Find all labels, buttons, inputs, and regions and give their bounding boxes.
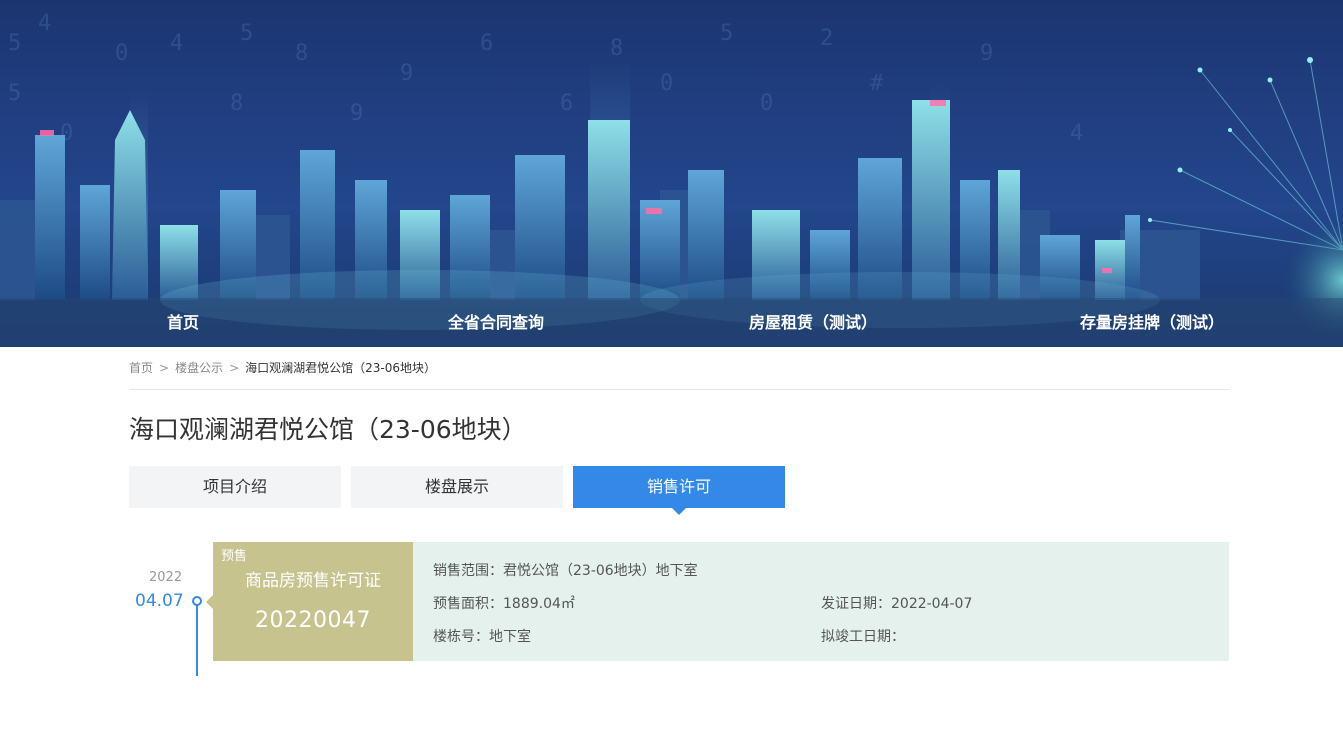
- issue-date: 发证日期：2022-04-07: [821, 596, 973, 612]
- header-banner: 554 045 896 805 2 0 # 980 694 首页 全省合同查询 …: [0, 0, 1343, 347]
- svg-text:0: 0: [115, 41, 128, 66]
- svg-text:9: 9: [980, 41, 993, 66]
- breadcrumb: 首页 > 楼盘公示 > 海口观澜湖君悦公馆（23-06地块）: [129, 358, 1229, 390]
- svg-text:2: 2: [820, 26, 833, 51]
- svg-text:8: 8: [230, 91, 243, 116]
- tab-project-intro[interactable]: 项目介绍: [129, 466, 341, 508]
- svg-text:6: 6: [560, 91, 573, 116]
- svg-text:8: 8: [610, 36, 623, 61]
- tab-sales-permit[interactable]: 销售许可: [573, 466, 785, 515]
- svg-text:5: 5: [240, 21, 253, 46]
- timeline-year: 2022: [149, 570, 183, 585]
- permit-summary: 预售 商品房预售许可证 20220047: [206, 542, 413, 661]
- breadcrumb-current: 海口观澜湖君悦公馆（23-06地块）: [245, 361, 437, 375]
- permit-card[interactable]: 预售 商品房预售许可证 20220047 销售范围：君悦公馆（23-06地块）地…: [206, 542, 1229, 661]
- presale-tag: 预售: [221, 549, 248, 564]
- svg-text:5: 5: [8, 81, 21, 106]
- permit-type: 商品房预售许可证: [245, 571, 381, 591]
- svg-text:5: 5: [8, 31, 21, 56]
- timeline-dot: [192, 596, 202, 606]
- nav-item-rental[interactable]: 房屋租赁（测试）: [749, 298, 877, 347]
- svg-text:4: 4: [38, 11, 51, 36]
- svg-text:4: 4: [1070, 121, 1083, 146]
- svg-text:8: 8: [295, 41, 308, 66]
- main-nav: 首页 全省合同查询 房屋租赁（测试） 存量房挂牌（测试）: [0, 298, 1343, 347]
- breadcrumb-home[interactable]: 首页: [129, 358, 153, 378]
- svg-text:5: 5: [720, 21, 733, 46]
- nav-item-contract-query[interactable]: 全省合同查询: [448, 298, 544, 347]
- tab-property-display[interactable]: 楼盘展示: [351, 466, 563, 508]
- completion-date: 拟竣工日期：: [821, 629, 905, 645]
- page-title: 海口观澜湖君悦公馆（23-06地块）: [129, 415, 527, 444]
- timeline-date: 04.07: [135, 591, 184, 611]
- svg-text:#: #: [870, 71, 884, 96]
- breadcrumb-separator: >: [159, 361, 170, 375]
- permit-number: 20220047: [255, 608, 371, 633]
- city-skyline-illustration: 554 045 896 805 20# 980 694: [0, 11, 1343, 340]
- svg-text:9: 9: [400, 61, 413, 86]
- nav-item-home[interactable]: 首页: [167, 298, 199, 347]
- svg-text:0: 0: [660, 71, 673, 96]
- building-number: 楼栋号：地下室: [433, 629, 531, 645]
- svg-text:4: 4: [170, 31, 183, 56]
- breadcrumb-separator: >: [229, 361, 240, 375]
- svg-text:0: 0: [760, 91, 773, 116]
- svg-text:6: 6: [480, 31, 493, 56]
- nav-item-listing[interactable]: 存量房挂牌（测试）: [1080, 298, 1224, 347]
- sales-scope: 销售范围：君悦公馆（23-06地块）地下室: [433, 563, 698, 579]
- presale-area: 预售面积：1889.04㎡: [433, 596, 575, 612]
- timeline-line: [196, 602, 198, 676]
- svg-text:9: 9: [350, 101, 363, 126]
- breadcrumb-section[interactable]: 楼盘公示: [175, 358, 223, 378]
